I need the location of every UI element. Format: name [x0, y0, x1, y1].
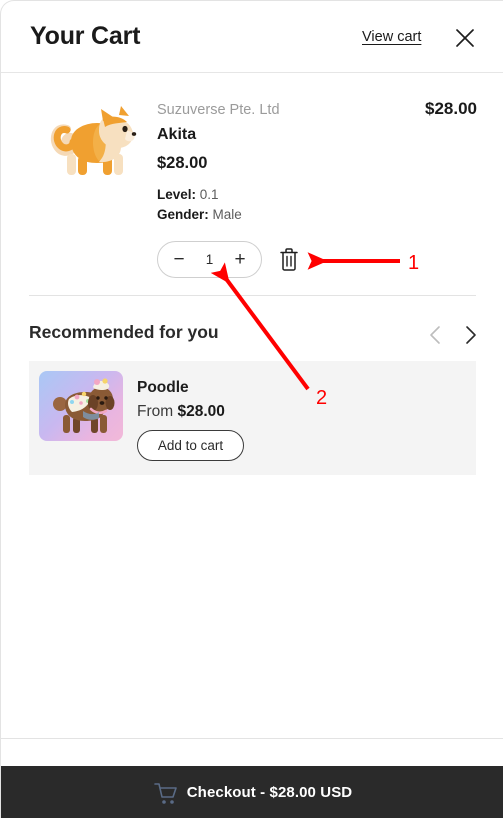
shopping-cart-icon: [153, 781, 179, 807]
item-property-gender-value: Male: [212, 207, 242, 222]
footer-divider: [1, 738, 503, 739]
view-cart-link[interactable]: View cart: [362, 29, 421, 45]
cart-header: Your Cart View cart: [1, 1, 503, 73]
item-unit-price: $28.00: [157, 154, 208, 172]
item-vendor: Suzuverse Pte. Ltd: [157, 102, 280, 118]
recommended-price-value: $28.00: [177, 403, 225, 420]
cart-drawer: Your Cart View cart Suzuverse Pte. Ltd $…: [0, 0, 503, 818]
quantity-decrease-button[interactable]: −: [163, 242, 195, 277]
recommendations-heading: Recommended for you: [29, 322, 219, 342]
close-icon[interactable]: [451, 24, 479, 52]
item-title[interactable]: Akita: [157, 126, 196, 144]
recommended-product-card: Poodle From $28.00 Add to cart: [29, 361, 476, 475]
trash-icon[interactable]: [278, 247, 300, 272]
item-property-gender-label: Gender:: [157, 207, 209, 222]
page-title: Your Cart: [30, 22, 141, 50]
item-property-gender: Gender: Male: [157, 207, 242, 222]
checkout-button[interactable]: Checkout - $28.00 USD: [1, 766, 503, 818]
line-item-divider: [29, 295, 476, 296]
item-property-level: Level: 0.1: [157, 187, 219, 202]
quantity-increase-button[interactable]: +: [224, 242, 256, 277]
item-property-level-value: 0.1: [199, 187, 219, 202]
quantity-stepper[interactable]: 1 − +: [157, 241, 262, 278]
recommended-product-price: From $28.00: [137, 403, 225, 421]
recommended-product-title[interactable]: Poodle: [137, 379, 189, 397]
chevron-left-icon[interactable]: [423, 322, 449, 348]
chevron-right-icon[interactable]: [457, 322, 483, 348]
add-to-cart-button[interactable]: Add to cart: [137, 430, 244, 461]
akita-dog-image: [41, 101, 141, 185]
recommended-price-prefix: From: [137, 403, 178, 420]
poodle-dog-image: [39, 371, 123, 441]
item-line-price: $28.00: [425, 99, 477, 118]
item-property-level-label: Level:: [157, 187, 197, 202]
cart-line-item: Suzuverse Pte. Ltd $28.00 Akita $28.00 L…: [1, 73, 503, 296]
checkout-label: Checkout - $28.00 USD: [186, 784, 353, 801]
